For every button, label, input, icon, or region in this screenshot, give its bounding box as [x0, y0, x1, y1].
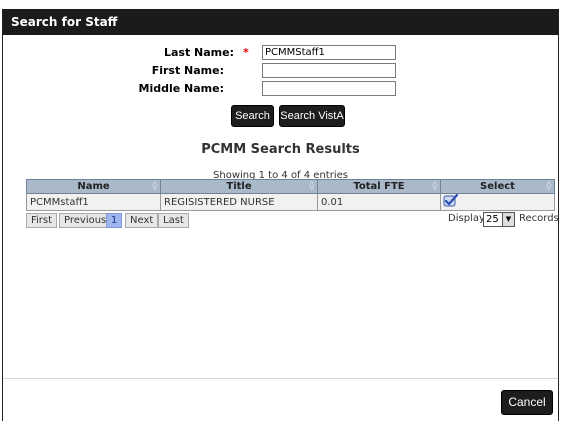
cancel-button[interactable]: Cancel: [501, 390, 553, 415]
column-header-select[interactable]: Select ◊: [440, 179, 555, 194]
search-for-staff-dialog: Search for Staff Last Name: * First Name…: [2, 9, 559, 421]
sort-icon: ◊: [152, 181, 157, 191]
last-name-label: Last Name:: [163, 46, 234, 59]
records-label: Records: [519, 213, 559, 224]
middle-name-label: Middle Name:: [138, 82, 224, 95]
checkmark-select-icon[interactable]: [443, 194, 459, 207]
results-heading: PCMM Search Results: [201, 142, 360, 157]
sort-icon: ◊: [432, 181, 437, 191]
footer-divider: [3, 378, 558, 379]
column-header-total-fte[interactable]: Total FTE ◊: [317, 179, 441, 194]
display-label: Display: [448, 213, 485, 224]
column-header-name[interactable]: Name ◊: [26, 179, 161, 194]
required-marker: *: [243, 46, 249, 59]
dialog-title: Search for Staff: [3, 9, 558, 35]
results-table: Name ◊ Title ◊ Total FTE ◊ Select ◊ PCMMstaf…: [26, 179, 555, 211]
cell-total-fte: 0.01: [317, 193, 441, 211]
dropdown-arrow-icon: ▼: [502, 213, 514, 226]
cell-select: [440, 193, 555, 211]
last-page-button[interactable]: Last: [158, 213, 189, 228]
table-row: PCMMstaff1 REGISISTERED NURSE 0.01: [26, 193, 555, 211]
first-name-input[interactable]: [262, 63, 396, 78]
first-name-label: First Name:: [151, 64, 224, 77]
middle-name-input[interactable]: [262, 81, 396, 96]
page-size-select[interactable]: 25 ▼: [483, 212, 515, 227]
page-size-value: 25: [486, 214, 499, 225]
search-button[interactable]: Search: [231, 105, 274, 127]
search-vista-button[interactable]: Search VistA: [279, 105, 345, 127]
previous-page-button[interactable]: Previous: [59, 213, 112, 228]
cell-title: REGISISTERED NURSE: [160, 193, 318, 211]
sort-icon: ◊: [546, 181, 551, 191]
last-name-input[interactable]: [262, 45, 396, 60]
cell-name: PCMMstaff1: [26, 193, 161, 211]
page-1-button[interactable]: 1: [106, 213, 123, 228]
table-header-row: Name ◊ Title ◊ Total FTE ◊ Select ◊: [26, 179, 555, 194]
column-header-title[interactable]: Title ◊: [160, 179, 318, 194]
next-page-button[interactable]: Next: [125, 213, 159, 228]
sort-icon: ◊: [309, 181, 314, 191]
first-page-button[interactable]: First: [26, 213, 58, 228]
